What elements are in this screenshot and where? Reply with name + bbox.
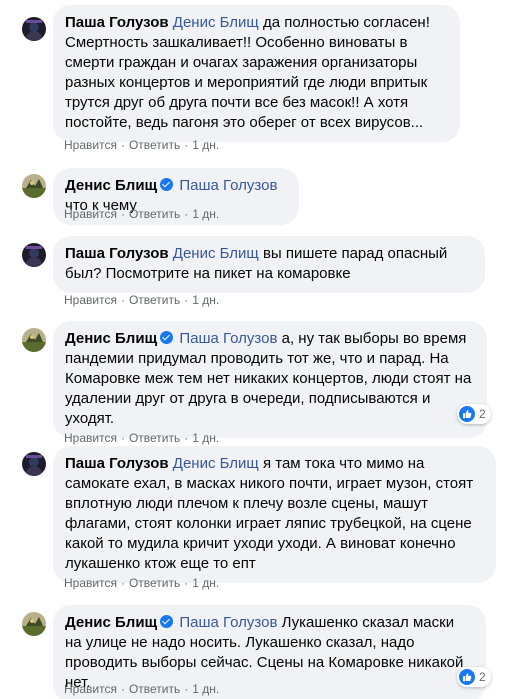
comment-mention[interactable]: Паша Голузов (179, 177, 277, 194)
reply-link[interactable]: Ответить (129, 207, 180, 221)
like-link[interactable]: Нравится (64, 576, 117, 590)
avatar[interactable] (22, 174, 46, 198)
reply-link[interactable]: Ответить (129, 293, 180, 307)
verified-badge-icon (160, 331, 174, 344)
reply-link[interactable]: Ответить (129, 682, 180, 696)
comment-actions: Нравится · Ответить · 1 дн. (64, 293, 220, 307)
comment-actions: Нравится · Ответить · 1 дн. (64, 138, 220, 152)
comment-actions: Нравится · Ответить · 1 дн. (64, 576, 220, 590)
comment-bubble: Паша Голузов Денис Блищ вы пишете парад … (53, 236, 485, 293)
verified-badge-icon (160, 178, 174, 191)
comment-author[interactable]: Денис Блищ (65, 177, 157, 194)
comment-mention[interactable]: Паша Голузов (179, 614, 277, 631)
comment-actions: Нравится · Ответить · 1 дн. (64, 207, 220, 221)
like-link[interactable]: Нравится (64, 682, 117, 696)
reply-link[interactable]: Ответить (129, 431, 180, 445)
comment-actions: Нравится · Ответить · 1 дн. (64, 431, 220, 445)
comment-mention[interactable]: Денис Блищ (173, 14, 259, 31)
comment-mention[interactable]: Денис Блищ (173, 245, 259, 262)
reaction-count[interactable]: 2 (457, 404, 491, 424)
avatar[interactable] (22, 452, 46, 476)
comment-mention[interactable]: Денис Блищ (173, 455, 259, 472)
reaction-number: 2 (479, 407, 486, 421)
like-reaction-icon (459, 406, 475, 422)
like-reaction-icon (459, 669, 475, 685)
reaction-count[interactable]: 2 (457, 667, 491, 687)
comment-bubble: Паша Голузов Денис Блищ да полностью сог… (53, 5, 460, 142)
verified-badge-icon (160, 615, 174, 628)
like-link[interactable]: Нравится (64, 138, 117, 152)
like-link[interactable]: Нравится (64, 207, 117, 221)
reply-link[interactable]: Ответить (129, 576, 180, 590)
comment-author[interactable]: Паша Голузов (65, 14, 169, 31)
comment-author[interactable]: Денис Блищ (65, 330, 157, 347)
comment-time[interactable]: 1 дн. (192, 138, 219, 152)
comment-bubble: Паша Голузов Денис Блищ я там тока что м… (53, 446, 496, 583)
comment-time[interactable]: 1 дн. (192, 293, 219, 307)
reply-link[interactable]: Ответить (129, 138, 180, 152)
comment-mention[interactable]: Паша Голузов (179, 330, 277, 347)
comment-text: я там тока что мимо на самокате ехал, в … (65, 455, 474, 572)
avatar[interactable] (22, 612, 46, 636)
avatar[interactable] (22, 243, 46, 267)
comment-bubble: Денис Блищ Паша Голузов а, ну так выборы… (53, 321, 487, 438)
comment-actions: Нравится · Ответить · 1 дн. (64, 682, 220, 696)
comment-text: да полностью согласен! Смертность зашкал… (65, 14, 430, 131)
avatar[interactable] (22, 17, 46, 41)
comment-author[interactable]: Паша Голузов (65, 455, 169, 472)
comment-time[interactable]: 1 дн. (192, 576, 219, 590)
like-link[interactable]: Нравится (64, 431, 117, 445)
comment-time[interactable]: 1 дн. (192, 682, 219, 696)
comment-time[interactable]: 1 дн. (192, 207, 219, 221)
comment-author[interactable]: Денис Блищ (65, 614, 157, 631)
comment-time[interactable]: 1 дн. (192, 431, 219, 445)
like-link[interactable]: Нравится (64, 293, 117, 307)
avatar[interactable] (22, 328, 46, 352)
comment-author[interactable]: Паша Голузов (65, 245, 169, 262)
reaction-number: 2 (479, 670, 486, 684)
